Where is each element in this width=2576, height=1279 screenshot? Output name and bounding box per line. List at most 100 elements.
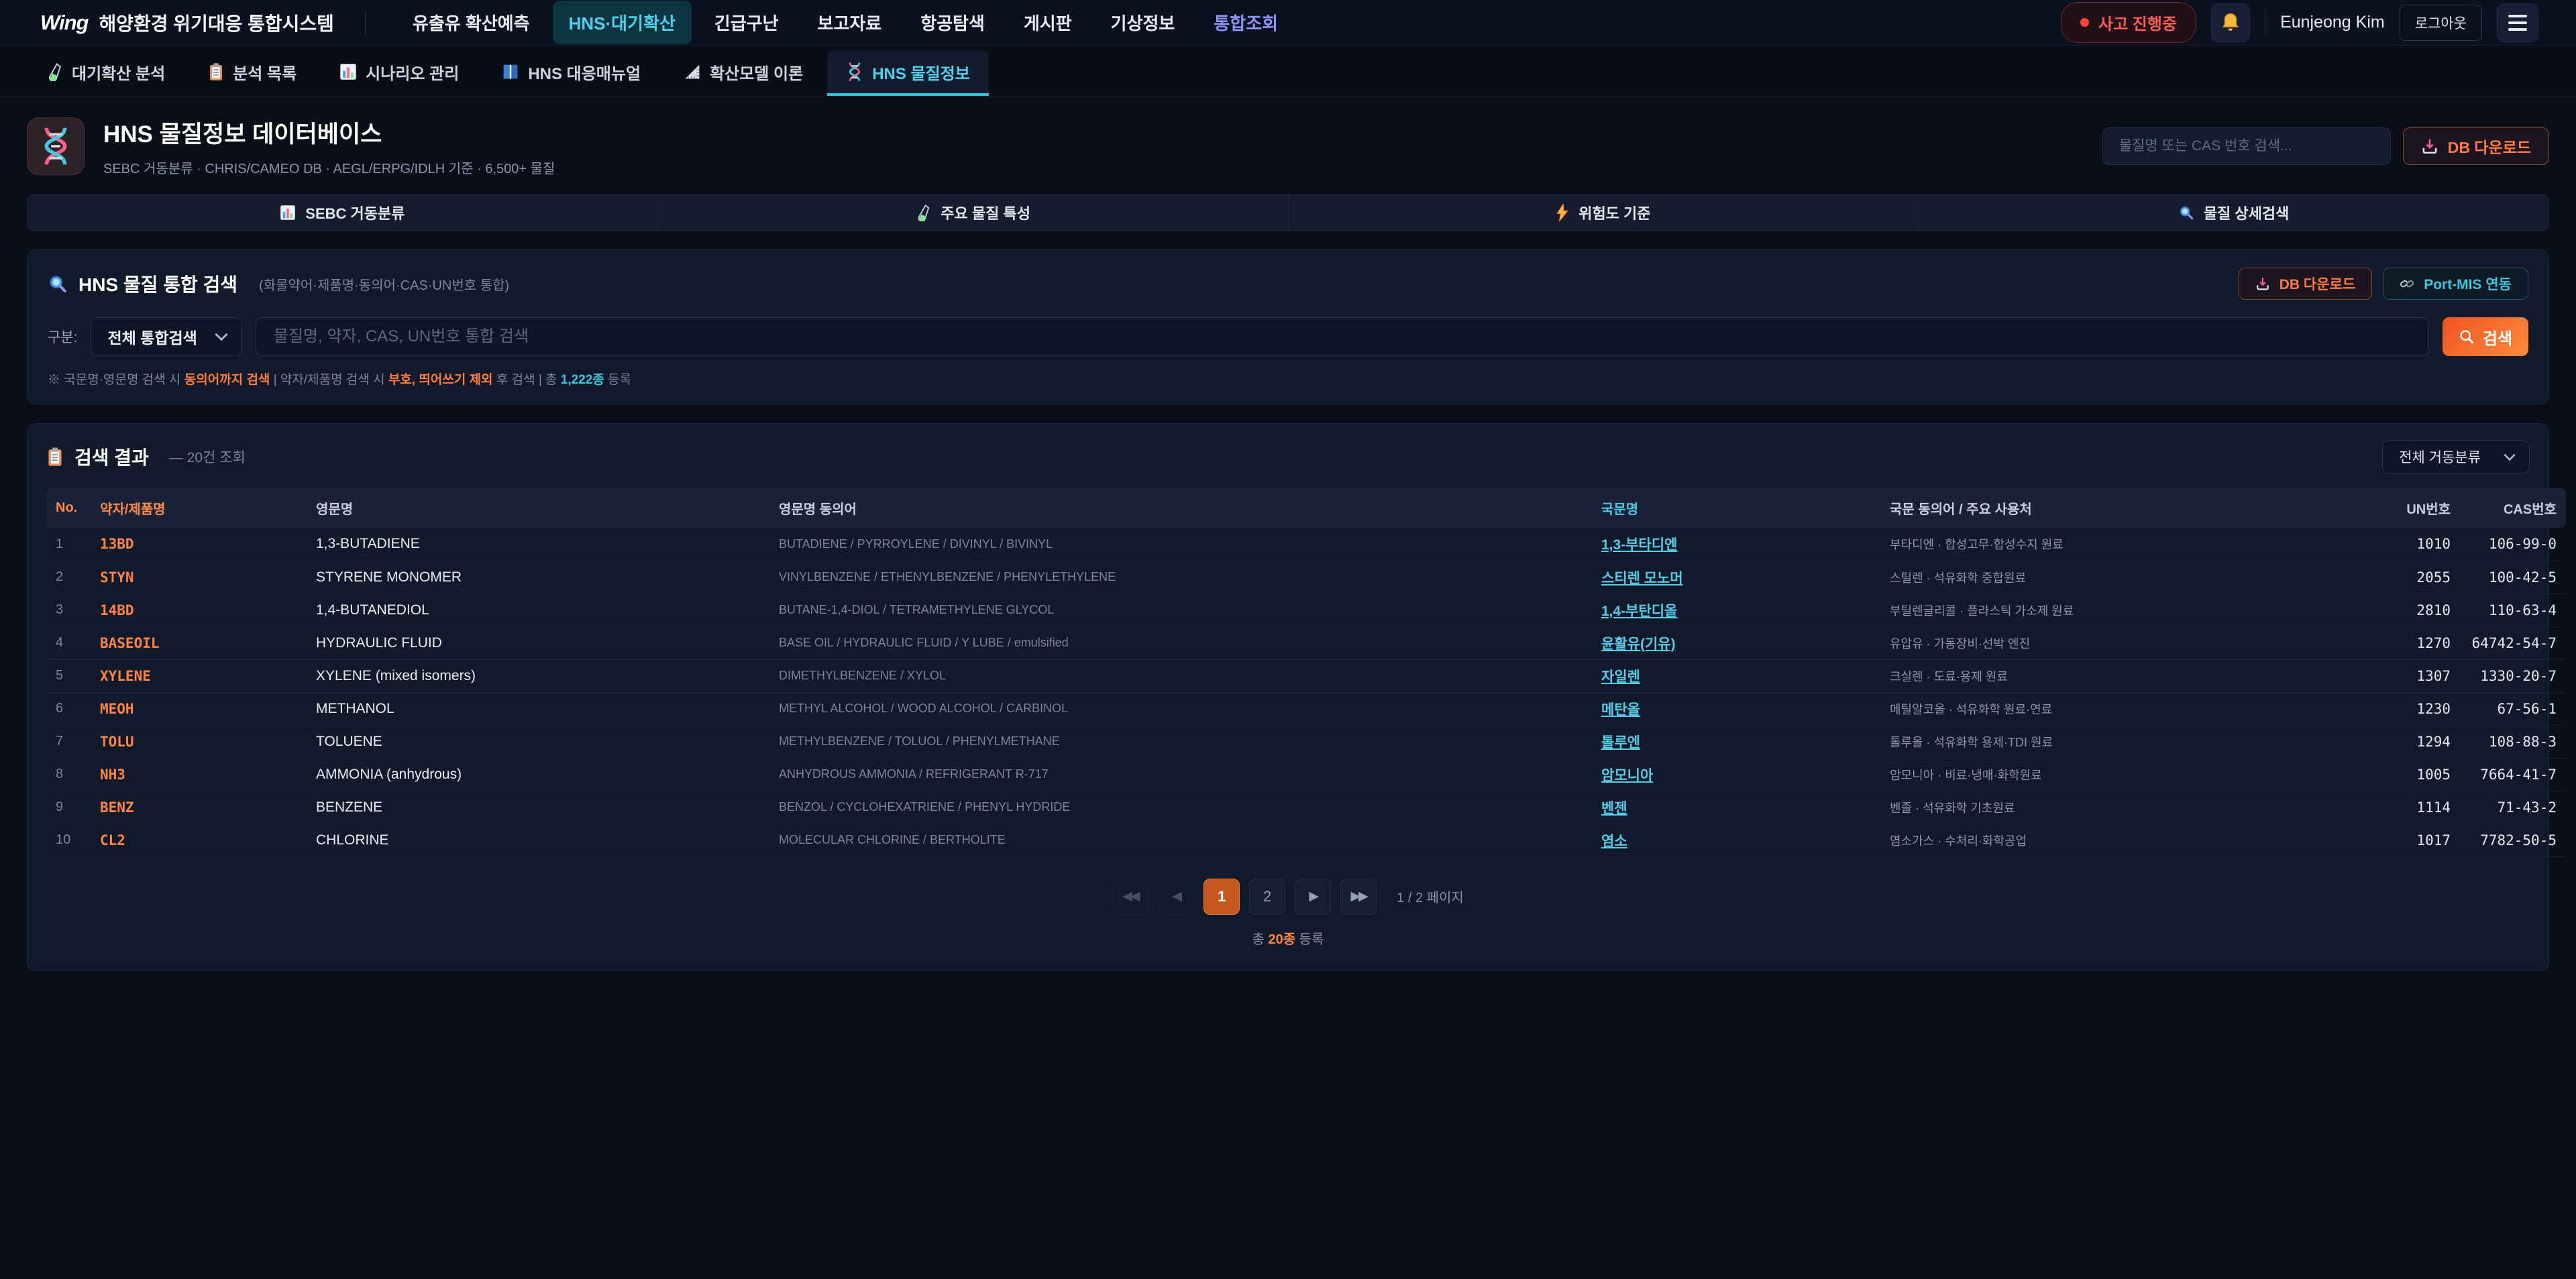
unified-search-input[interactable] (256, 317, 2429, 356)
total-text: 등록 (1295, 932, 1324, 947)
nav-item-reports[interactable]: 보고자료 (802, 1, 898, 44)
substance-korean-name-link[interactable]: 1,3-부타디엔 (1601, 537, 1677, 553)
table-row[interactable]: 1 13BD 1,3-BUTADIENE BUTADIENE / PYRROYL… (46, 528, 2566, 561)
nav-item-oil-spill[interactable]: 유출유 확산예측 (396, 1, 546, 44)
quick-search-input[interactable] (2102, 127, 2391, 165)
search-panel-header: HNS 물질 통합 검색 (화물약어·제품명·동의어·CAS·UN번호 통합) … (48, 268, 2528, 300)
search-icon (48, 274, 68, 294)
ruler-icon (684, 63, 701, 80)
substance-korean-name-link[interactable]: 자일렌 (1601, 669, 1640, 685)
menu-button[interactable] (2497, 3, 2538, 42)
incident-status-badge: 사고 진행중 (2061, 2, 2196, 43)
substance-korean-name-link[interactable]: 염소 (1601, 834, 1627, 849)
nav-item-weather[interactable]: 기상정보 (1095, 1, 1191, 44)
db-download-button[interactable]: DB 다운로드 (2403, 127, 2549, 165)
substance-un-number: 1017 (2385, 824, 2460, 856)
substance-cas-number: 7782-50-5 (2460, 824, 2566, 856)
substance-cas-number: 71-43-2 (2460, 791, 2566, 824)
table-row[interactable]: 4 BASEOIL HYDRAULIC FLUID BASE OIL / HYD… (46, 626, 2566, 659)
column-header-korean-synonyms: 국문 동의어 / 주요 사용처 (1880, 488, 2385, 528)
hint-text: 등록 (604, 373, 631, 387)
clipboard-icon (46, 447, 64, 467)
search-icon (2178, 205, 2194, 221)
page-button-1[interactable]: 1 (1203, 879, 1240, 915)
substance-english-name: CHLORINE (307, 824, 769, 856)
first-page-button[interactable]: ◀◀ (1112, 879, 1148, 915)
page-subtitle: SEBC 거동분류 · CHRIS/CAMEO DB · AEGL/ERPG/I… (103, 158, 555, 177)
logout-button[interactable]: 로그아웃 (2400, 5, 2482, 41)
next-page-button[interactable]: ▶ (1295, 879, 1331, 915)
category-risk-criteria[interactable]: 위험도 기준 (1289, 195, 1919, 230)
category-detail-search[interactable]: 물질 상세검색 (1919, 195, 2548, 230)
substance-korean-name-link[interactable]: 윤활유(기유) (1601, 636, 1676, 652)
chevron-down-icon (215, 333, 228, 341)
hint-text: | 약자/제품명 검색 시 (270, 373, 388, 387)
nav-item-integrated-search[interactable]: 통합조회 (1197, 1, 1294, 44)
category-sebc-classification[interactable]: SEBC 거동분류 (28, 195, 658, 230)
substance-korean-synonyms: 염소가스 · 수처리·화학공업 (1880, 824, 2385, 856)
substance-english-synonyms: METHYL ALCOHOL / WOOD ALCOHOL / CARBINOL (769, 692, 1592, 725)
substance-un-number: 1307 (2385, 659, 2460, 692)
category-label: 주요 물질 특성 (941, 202, 1030, 223)
behavior-class-filter-select[interactable]: 전체 거동분류 (2382, 440, 2530, 474)
tab-dispersion-model-theory[interactable]: 확산모델 이론 (665, 50, 822, 96)
nav-item-air-search[interactable]: 항공탐색 (904, 1, 1001, 44)
substance-korean-name-link[interactable]: 암모니아 (1601, 768, 1653, 783)
last-page-button[interactable]: ▶▶ (1340, 879, 1377, 915)
tab-label: 확산모델 이론 (710, 60, 803, 84)
results-count: — 20건 조회 (169, 447, 246, 467)
substance-english-name: STYRENE MONOMER (307, 561, 769, 594)
db-download-button[interactable]: DB 다운로드 (2239, 268, 2372, 300)
column-header-no: No. (46, 488, 91, 528)
tab-hns-manual[interactable]: HNS 대응매뉴얼 (483, 50, 659, 96)
substance-english-synonyms: ANHYDROUS AMMONIA / REFRIGERANT R-717 (769, 758, 1592, 791)
substance-cas-number: 106-99-0 (2460, 528, 2566, 561)
column-header-un-number: UN번호 (2385, 488, 2460, 528)
substance-cas-number: 7664-41-7 (2460, 758, 2566, 791)
search-button[interactable]: 검색 (2443, 317, 2528, 356)
substance-korean-name-cell: 벤젠 (1592, 791, 1880, 824)
substance-english-name: TOLUENE (307, 725, 769, 758)
table-row[interactable]: 5 XYLENE XYLENE (mixed isomers) DIMETHYL… (46, 659, 2566, 692)
tab-scenario-management[interactable]: 시나리오 관리 (321, 50, 478, 96)
user-name: Eunjeong Kim (2280, 13, 2385, 32)
table-row[interactable]: 7 TOLU TOLUENE METHYLBENZENE / TOLUOL / … (46, 725, 2566, 758)
search-icon (2459, 329, 2475, 345)
tab-dispersion-analysis[interactable]: 대기확산 분석 (27, 50, 184, 96)
table-row[interactable]: 3 14BD 1,4-BUTANEDIOL BUTANE-1,4-DIOL / … (46, 594, 2566, 626)
table-row[interactable]: 6 MEOH METHANOL METHYL ALCOHOL / WOOD AL… (46, 692, 2566, 725)
table-row[interactable]: 9 BENZ BENZENE BENZOL / CYCLOHEXATRIENE … (46, 791, 2566, 824)
nav-item-hns-dispersion[interactable]: HNS·대기확산 (553, 1, 692, 44)
substance-korean-name-link[interactable]: 톨루엔 (1601, 735, 1640, 750)
table-row[interactable]: 2 STYN STYRENE MONOMER VINYLBENZENE / ET… (46, 561, 2566, 594)
table-row[interactable]: 8 NH3 AMMONIA (anhydrous) ANHYDROUS AMMO… (46, 758, 2566, 791)
substance-korean-name-link[interactable]: 스티렌 모노머 (1601, 571, 1683, 586)
search-button-label: 검색 (2483, 325, 2512, 349)
tab-analysis-list[interactable]: 분석 목록 (189, 50, 315, 96)
row-number: 7 (46, 725, 91, 758)
substance-korean-name-link[interactable]: 벤젠 (1601, 801, 1627, 816)
hint-text: 후 검색 | 총 (493, 373, 561, 387)
tab-hns-substance-info[interactable]: HNS 물질정보 (827, 50, 989, 96)
category-substance-properties[interactable]: 주요 물질 특성 (658, 195, 1289, 230)
notifications-button[interactable] (2211, 3, 2250, 42)
substance-cas-number: 64742-54-7 (2460, 626, 2566, 659)
page-button-2[interactable]: 2 (1249, 879, 1285, 915)
behavior-class-filter-value: 전체 거동분류 (2399, 447, 2481, 467)
category-label: 위험도 기준 (1578, 202, 1650, 223)
substance-korean-name-link[interactable]: 메탄올 (1601, 702, 1640, 718)
table-row[interactable]: 10 CL2 CHLORINE MOLECULAR CHLORINE / BER… (46, 824, 2566, 856)
incident-status-label: 사고 진행중 (2098, 11, 2177, 34)
portmis-link-button[interactable]: Port-MIS 연동 (2383, 268, 2528, 300)
test-tube-icon (46, 62, 63, 81)
nav-item-board[interactable]: 게시판 (1008, 1, 1088, 44)
results-table-body: 1 13BD 1,3-BUTADIENE BUTADIENE / PYRROYL… (46, 528, 2566, 856)
substance-korean-name-cell: 1,3-부타디엔 (1592, 528, 1880, 561)
search-type-select[interactable]: 전체 통합검색 (91, 317, 241, 356)
substance-english-name: BENZENE (307, 791, 769, 824)
substance-korean-name-link[interactable]: 1,4-부탄디올 (1601, 604, 1677, 619)
search-panel-subtitle: (화물약어·제품명·동의어·CAS·UN번호 통합) (259, 274, 509, 294)
substance-english-synonyms: BASE OIL / HYDRAULIC FLUID / Y LUBE / em… (769, 626, 1592, 659)
nav-item-rescue[interactable]: 긴급구난 (698, 1, 795, 44)
previous-page-button[interactable]: ◀ (1158, 879, 1194, 915)
